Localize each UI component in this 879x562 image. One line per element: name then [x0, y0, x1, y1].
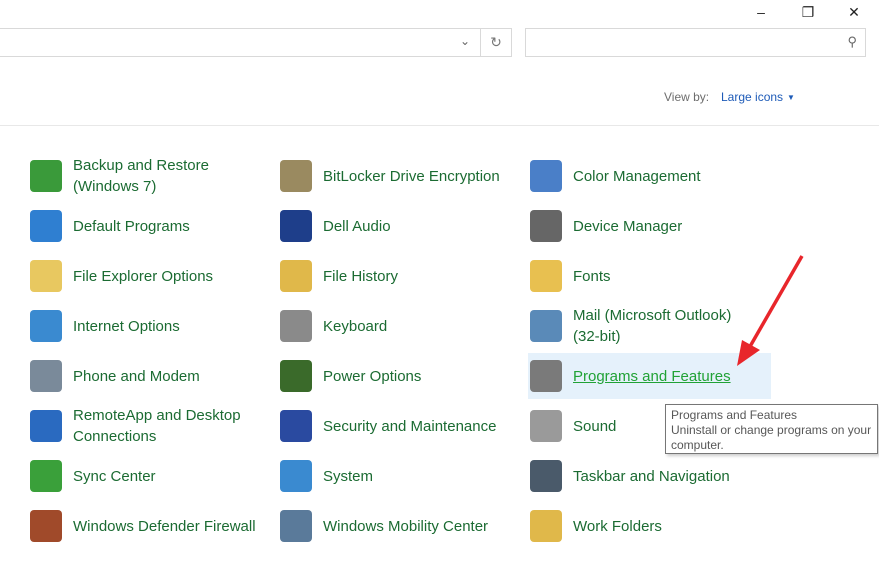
- item-label: Fonts: [573, 267, 611, 285]
- default-programs-icon: [30, 210, 62, 242]
- control-panel-item[interactable]: Programs and Features: [528, 353, 771, 399]
- tooltip: Programs and Features Uninstall or chang…: [665, 404, 878, 454]
- control-panel-item[interactable]: Windows Mobility Center: [278, 503, 523, 549]
- item-label: Power Options: [323, 367, 422, 385]
- flag-icon: [280, 410, 312, 442]
- close-button[interactable]: ✕: [834, 0, 874, 24]
- item-label: Programs and Features: [573, 367, 731, 385]
- dell-audio-icon: [280, 210, 312, 242]
- control-panel-item[interactable]: Power Options: [278, 353, 523, 399]
- tooltip-title: Programs and Features: [671, 408, 798, 422]
- view-by-dropdown[interactable]: Large icons ▼: [721, 90, 795, 104]
- control-panel-item[interactable]: Windows Defender Firewall: [28, 503, 273, 549]
- item-label: Security and Maintenance: [323, 417, 497, 435]
- color-management-icon: [530, 160, 562, 192]
- item-label: System: [323, 467, 374, 485]
- item-label: Device Manager: [573, 217, 683, 235]
- item-label: Sync Center: [73, 467, 156, 485]
- item-label: Mail (Microsoft Outlook) (32-bit): [573, 307, 732, 345]
- control-panel-item[interactable]: Color Management: [528, 153, 773, 199]
- item-label: Dell Audio: [323, 217, 391, 235]
- control-panel-item[interactable]: Fonts: [528, 253, 773, 299]
- programs-icon: [530, 360, 562, 392]
- view-by-label: View by:: [664, 90, 710, 104]
- tooltip-description: Uninstall or change programs on your com…: [671, 423, 872, 452]
- globe-icon: [30, 310, 62, 342]
- taskbar-icon: [530, 460, 562, 492]
- restore-button[interactable]: ❐: [788, 0, 828, 24]
- control-panel-item[interactable]: Default Programs: [28, 203, 273, 249]
- fonts-icon: [530, 260, 562, 292]
- control-panel-item[interactable]: BitLocker Drive Encryption: [278, 153, 523, 199]
- control-panel-item[interactable]: Dell Audio: [278, 203, 523, 249]
- minimize-button[interactable]: –: [741, 0, 781, 24]
- folder-options-icon: [30, 260, 62, 292]
- control-panel-item[interactable]: Security and Maintenance: [278, 403, 523, 449]
- address-bar[interactable]: ⌄: [0, 28, 480, 57]
- file-history-icon: [280, 260, 312, 292]
- item-label: RemoteApp and Desktop Connections: [73, 407, 241, 445]
- power-icon: [280, 360, 312, 392]
- control-panel-item[interactable]: Internet Options: [28, 303, 273, 349]
- item-label: Windows Mobility Center: [323, 517, 489, 535]
- item-label: Color Management: [573, 167, 701, 185]
- keyboard-icon: [280, 310, 312, 342]
- control-panel-item[interactable]: Phone and Modem: [28, 353, 273, 399]
- device-manager-icon: [530, 210, 562, 242]
- item-label: Backup and Restore (Windows 7): [73, 157, 209, 195]
- item-label: File History: [323, 267, 399, 285]
- control-panel-item[interactable]: Backup and Restore (Windows 7): [28, 153, 273, 199]
- work-folders-icon: [530, 510, 562, 542]
- caret-down-icon: ▼: [787, 93, 795, 102]
- sync-icon: [30, 460, 62, 492]
- control-panel-item[interactable]: Mail (Microsoft Outlook) (32-bit): [528, 303, 773, 349]
- backup-icon: [30, 160, 62, 192]
- divider: [0, 125, 879, 126]
- item-label: Phone and Modem: [73, 367, 200, 385]
- bitlocker-icon: [280, 160, 312, 192]
- control-panel-item[interactable]: Work Folders: [528, 503, 773, 549]
- search-input[interactable]: ⚲: [525, 28, 866, 57]
- item-label: Internet Options: [73, 317, 180, 335]
- speaker-icon: [530, 410, 562, 442]
- system-icon: [280, 460, 312, 492]
- refresh-button[interactable]: ↻: [480, 28, 512, 57]
- item-label: File Explorer Options: [73, 267, 214, 285]
- phone-icon: [30, 360, 62, 392]
- mail-icon: [530, 310, 562, 342]
- view-by-value: Large icons: [721, 90, 784, 104]
- item-label: Keyboard: [323, 317, 388, 335]
- control-panel-item[interactable]: Taskbar and Navigation: [528, 453, 773, 499]
- item-label: Taskbar and Navigation: [573, 467, 730, 485]
- remoteapp-icon: [30, 410, 62, 442]
- item-label: Sound: [573, 417, 617, 435]
- control-panel-item[interactable]: Sync Center: [28, 453, 273, 499]
- control-panel-item[interactable]: RemoteApp and Desktop Connections: [28, 403, 273, 449]
- item-label: BitLocker Drive Encryption: [323, 167, 500, 185]
- search-icon[interactable]: ⚲: [847, 34, 857, 50]
- chevron-down-icon[interactable]: ⌄: [460, 34, 470, 48]
- control-panel-item[interactable]: System: [278, 453, 523, 499]
- control-panel-item[interactable]: Device Manager: [528, 203, 773, 249]
- mobility-icon: [280, 510, 312, 542]
- control-panel-item[interactable]: Keyboard: [278, 303, 523, 349]
- item-label: Default Programs: [73, 217, 190, 235]
- control-panel-item[interactable]: File History: [278, 253, 523, 299]
- control-panel-item[interactable]: File Explorer Options: [28, 253, 273, 299]
- firewall-icon: [30, 510, 62, 542]
- item-label: Work Folders: [573, 517, 662, 535]
- item-label: Windows Defender Firewall: [73, 517, 256, 535]
